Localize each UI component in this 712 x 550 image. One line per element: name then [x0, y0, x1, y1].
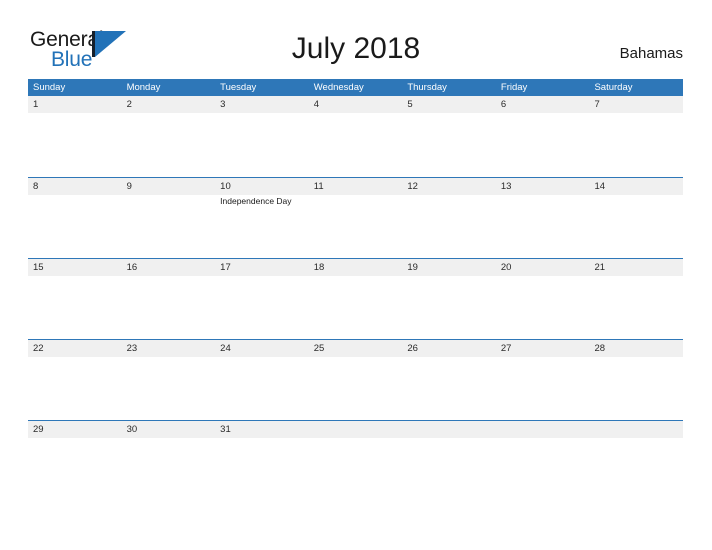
day-number: 26: [407, 343, 418, 354]
day-number: 17: [220, 262, 231, 273]
day-number: 1: [33, 99, 39, 110]
calendar-day-cell[interactable]: 11: [309, 178, 403, 259]
day-number: 24: [220, 343, 231, 354]
calendar-day-cell[interactable]: 14: [589, 178, 683, 259]
day-number: 21: [594, 262, 606, 273]
calendar-day-cell[interactable]: 18: [309, 259, 403, 340]
day-number: 27: [500, 343, 512, 354]
holiday-label: Independence Day: [220, 196, 292, 206]
calendar-day-cell[interactable]: 4: [309, 96, 403, 177]
day-number: 3: [220, 99, 226, 110]
calendar-day-cell[interactable]: 6: [496, 96, 590, 177]
day-number: 2: [126, 99, 132, 110]
day-number: 20: [500, 262, 512, 273]
day-events: Independence Day: [220, 195, 307, 207]
calendar-day-cell[interactable]: 27: [496, 340, 590, 421]
calendar-day-cell[interactable]: 16: [122, 259, 216, 340]
calendar-day-cell[interactable]: [402, 421, 496, 502]
day-number: 5: [407, 99, 413, 110]
weekday-header-cell: Friday: [500, 82, 528, 93]
page-title: July 2018: [291, 32, 421, 65]
day-number: 23: [126, 343, 138, 354]
weekday-header-cell: Thursday: [407, 82, 447, 93]
calendar-day-cell[interactable]: 30: [122, 421, 216, 502]
calendar-day-cell[interactable]: 31: [215, 421, 309, 502]
calendar-week-row: 8 9 10 Independence Day 11 12 13 14: [28, 177, 683, 258]
calendar-week-row: 29 30 31: [28, 420, 683, 501]
calendar-week-row: 22 23 24 25 26 27 28: [28, 339, 683, 420]
calendar-day-cell[interactable]: 8: [28, 178, 122, 259]
day-number: 28: [594, 343, 606, 354]
calendar-day-cell[interactable]: 2: [122, 96, 216, 177]
weekday-header-cell: Tuesday: [220, 82, 257, 93]
day-number: 8: [33, 181, 39, 192]
day-number: 11: [313, 181, 324, 192]
day-number: 30: [126, 424, 138, 435]
weekday-header-cell: Saturday: [594, 82, 633, 93]
day-number: 25: [313, 343, 325, 354]
day-number: 10: [220, 181, 231, 192]
weekday-header-cell: Monday: [126, 82, 161, 93]
calendar-day-cell[interactable]: 17: [215, 259, 309, 340]
calendar-grid: Sunday Monday Tuesday Wednesday Thursday Frid…: [28, 79, 683, 501]
calendar-week-body: 1 2 3 4 5 6 7 8 9 10 Independence Day 11 12 13 14 15 16 1…: [28, 96, 683, 501]
country-label: Bahamas: [619, 45, 683, 62]
page-header: General Blue July 2018 Bahamas: [0, 0, 712, 79]
day-number: 18: [313, 262, 325, 273]
calendar-day-cell[interactable]: 26: [402, 340, 496, 421]
day-number: 14: [594, 181, 606, 192]
week-cells: 15 16 17 18 19 20 21: [28, 259, 683, 340]
calendar-weekday-header: Sunday Monday Tuesday Wednesday Thursday Frid…: [28, 79, 683, 96]
calendar-week-row: 15 16 17 18 19 20 21: [28, 258, 683, 339]
day-number: 13: [500, 181, 512, 192]
calendar-day-cell[interactable]: [589, 421, 683, 502]
day-number: 7: [594, 99, 600, 110]
day-number: 12: [407, 181, 418, 192]
calendar-day-cell[interactable]: 21: [589, 259, 683, 340]
calendar-day-cell[interactable]: 10 Independence Day: [215, 178, 309, 259]
week-cells: 22 23 24 25 26 27 28: [28, 340, 683, 421]
day-number: 16: [126, 262, 138, 273]
calendar-day-cell[interactable]: 15: [28, 259, 122, 340]
calendar-day-cell[interactable]: 19: [402, 259, 496, 340]
day-number: 6: [500, 99, 507, 110]
calendar-day-cell[interactable]: 1: [28, 96, 122, 177]
week-cells: 29 30 31: [28, 421, 683, 502]
calendar-day-cell[interactable]: 23: [122, 340, 216, 421]
day-number: 31: [220, 424, 231, 435]
calendar-day-cell[interactable]: [309, 421, 403, 502]
day-number: 9: [126, 181, 132, 192]
calendar-day-cell[interactable]: 20: [496, 259, 590, 340]
calendar-day-cell[interactable]: 7: [589, 96, 683, 177]
calendar-day-cell[interactable]: [496, 421, 590, 502]
weekday-header-cell: Wednesday: [313, 82, 364, 93]
day-number: 19: [407, 262, 418, 273]
calendar-day-cell[interactable]: 12: [402, 178, 496, 259]
week-cells: 1 2 3 4 5 6 7: [28, 96, 683, 177]
calendar-day-cell[interactable]: 3: [215, 96, 309, 177]
calendar-day-cell[interactable]: 13: [496, 178, 590, 259]
weekday-header-cell: Sunday: [33, 82, 66, 93]
calendar-day-cell[interactable]: 25: [309, 340, 403, 421]
calendar-day-cell[interactable]: 22: [28, 340, 122, 421]
calendar-day-cell[interactable]: 28: [589, 340, 683, 421]
calendar-day-cell[interactable]: 29: [28, 421, 122, 502]
week-cells: 8 9 10 Independence Day 11 12 13 14: [28, 178, 683, 259]
day-number: 15: [33, 262, 44, 273]
calendar-day-cell[interactable]: 5: [402, 96, 496, 177]
day-number: 4: [313, 99, 320, 110]
calendar-day-cell[interactable]: 24: [215, 340, 309, 421]
day-number: 22: [33, 343, 44, 354]
calendar-day-cell[interactable]: 9: [122, 178, 216, 259]
calendar-week-row: 1 2 3 4 5 6 7: [28, 96, 683, 177]
day-number: 29: [33, 424, 44, 435]
